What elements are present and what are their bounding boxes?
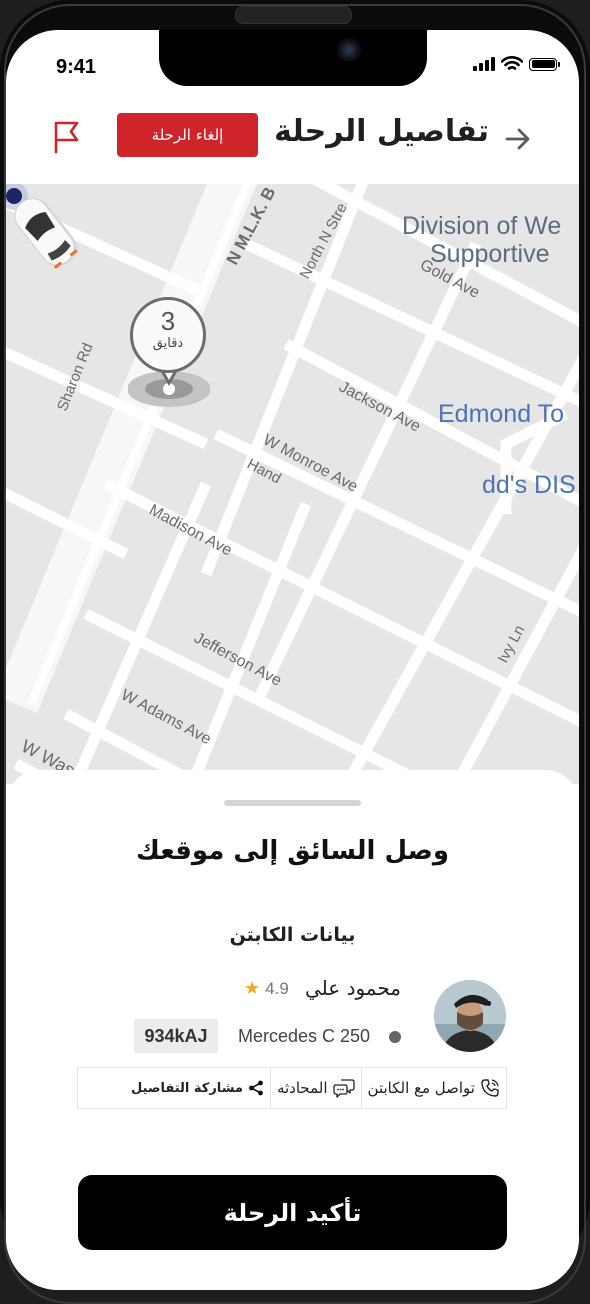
earpiece [235, 6, 352, 24]
top-header: تفاصيل الرحلة إلغاء الرحلة [6, 100, 579, 184]
share-details-label: مشاركة التفاصيل [131, 1080, 243, 1096]
driver-rating: ★ 4.9 [244, 978, 289, 999]
captain-section-title: بيانات الكابتن [229, 924, 356, 946]
bottom-sheet: وصل السائق إلى موقعك بيانات الكابتن محمو… [6, 770, 579, 1290]
poi-label: dd's DIS [482, 471, 576, 499]
battery-icon [529, 57, 560, 71]
car-color-dot [389, 1031, 401, 1043]
status-time: 9:41 [56, 56, 97, 78]
contact-captain-button[interactable]: تواصل مع الكابتن [362, 1068, 506, 1108]
rating-value: 4.9 [265, 978, 289, 998]
page-title: تفاصيل الرحلة [274, 114, 489, 149]
eta-minutes: 3 [160, 306, 176, 336]
chat-label: المحادثه [276, 1079, 328, 1097]
sheet-drag-handle[interactable] [224, 800, 361, 806]
camera-icon [337, 38, 361, 62]
eta-unit: دقايق [152, 336, 184, 351]
share-details-button[interactable]: مشاركة التفاصيل [125, 1068, 271, 1108]
share-icon [249, 1080, 263, 1096]
chat-icon [332, 1079, 355, 1098]
notch [159, 30, 427, 86]
map-streets: N M.L.K. B North N Stre Sharon Rd Gold A… [6, 184, 579, 784]
driver-name: محمود علي [304, 976, 401, 1000]
poi-label: Edmond To [438, 400, 564, 428]
cancel-trip-button[interactable]: إلغاء الرحلة [117, 113, 258, 157]
star-icon: ★ [244, 978, 261, 998]
license-plate: 934kAJ [134, 1019, 218, 1053]
status-icons [473, 56, 560, 72]
arrival-message: وصل السائق إلى موقعك [135, 836, 450, 866]
chat-button[interactable]: المحادثه [271, 1068, 362, 1108]
confirm-trip-button[interactable]: تأكيد الرحلة [78, 1175, 507, 1250]
driver-actions-bar: تواصل مع الكابتن المحادثه مشاركة التفاصي… [77, 1067, 507, 1109]
screen: 9:41 تفاصيل الرحلة إلغاء الرحلة N M.L.K.… [6, 30, 579, 1290]
poi-label: Division of We [402, 212, 561, 240]
car-marker-icon [6, 184, 78, 269]
poi-label: Supportive [430, 240, 550, 268]
eta-bubble: 3 دقايق [130, 297, 206, 373]
back-arrow-icon[interactable] [503, 124, 533, 154]
driver-avatar[interactable] [434, 980, 506, 1052]
wifi-icon [501, 56, 523, 70]
report-flag-icon[interactable] [52, 120, 82, 154]
cellular-signal-icon [473, 57, 495, 71]
avatar-portrait [434, 980, 506, 1052]
contact-captain-label: تواصل مع الكابتن [367, 1079, 475, 1097]
phone-call-icon [481, 1079, 499, 1097]
map-view[interactable]: N M.L.K. B North N Stre Sharon Rd Gold A… [6, 184, 579, 784]
car-model: Mercedes C 250 [238, 1026, 371, 1046]
eta-pin[interactable]: 3 دقايق [128, 297, 210, 417]
phone-frame: 9:41 تفاصيل الرحلة إلغاء الرحلة N M.L.K.… [0, 0, 590, 1304]
